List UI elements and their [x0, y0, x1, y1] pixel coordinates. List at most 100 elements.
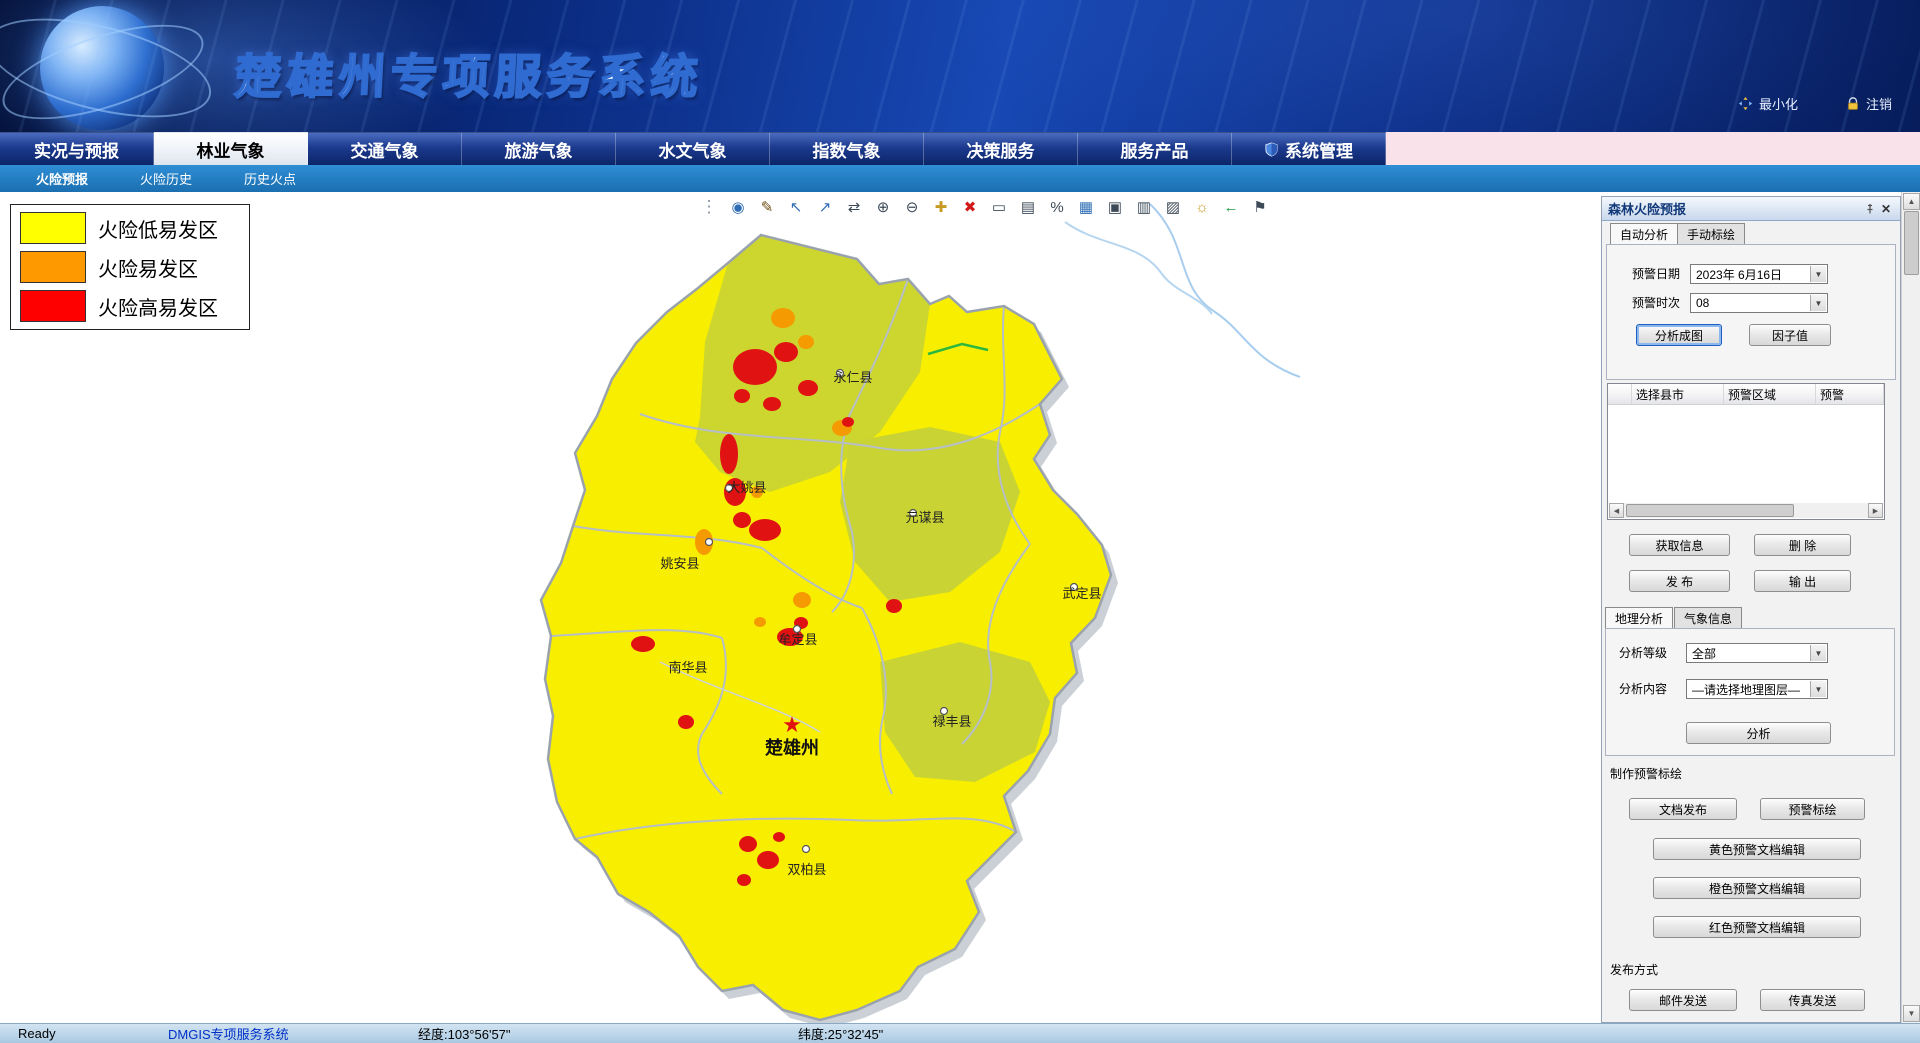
panel-title: 森林火险预报: [1608, 199, 1686, 218]
panel-tab-auto-analysis[interactable]: 自动分析: [1610, 223, 1678, 244]
status-system-link[interactable]: DMGIS专项服务系统: [158, 1024, 408, 1043]
image-icon[interactable]: ▣: [1104, 196, 1126, 218]
output-button[interactable]: 输 出: [1754, 570, 1851, 592]
publish-mode-label: 发布方式: [1610, 961, 1658, 978]
tab-tourism-weather[interactable]: 旅游气象: [462, 132, 616, 165]
minimize-icon: [1738, 96, 1753, 111]
fax-send-button[interactable]: 传真发送: [1760, 989, 1865, 1011]
email-send-button[interactable]: 邮件发送: [1629, 989, 1737, 1011]
status-latitude: 纬度:25°32'45": [788, 1024, 893, 1043]
swap-view-icon[interactable]: ⇄: [843, 196, 865, 218]
zoom-out-icon[interactable]: ⊖: [901, 196, 923, 218]
tab-hydrology-weather[interactable]: 水文气象: [616, 132, 770, 165]
table-col-county[interactable]: 选择县市: [1632, 384, 1724, 404]
pan-icon[interactable]: ✚: [930, 196, 952, 218]
map-toolbar: ⋮ ◉ ✎ ↖ ↗ ⇄ ⊕ ⊖ ✚ ✖ ▭ ▤ % ▦ ▣ ▥ ▨ ☼ ← ⚑: [698, 196, 1271, 218]
analysis-level-select[interactable]: 全部 ▼: [1686, 643, 1828, 663]
county-label: 大姚县: [727, 480, 766, 495]
tab-system-management[interactable]: 系统管理: [1232, 132, 1386, 165]
scroll-up-icon[interactable]: ▲: [1903, 193, 1920, 210]
yellow-doc-edit-button[interactable]: 黄色预警文档编辑: [1653, 838, 1861, 860]
tab-traffic-weather[interactable]: 交通气象: [308, 132, 462, 165]
app-title: 楚雄州专项服务系统: [233, 38, 705, 107]
select-features-icon[interactable]: ↗: [814, 196, 836, 218]
panel-vscrollbar[interactable]: ▲ ▼: [1901, 192, 1920, 1023]
analysis-content-select[interactable]: —请选择地理图层— ▼: [1686, 679, 1828, 699]
toolbar-grip[interactable]: ⋮: [698, 196, 720, 218]
delete-button[interactable]: 删 除: [1754, 534, 1851, 556]
lock-icon: [1846, 97, 1860, 111]
doc-publish-button[interactable]: 文档发布: [1629, 798, 1737, 820]
print-icon[interactable]: ▨: [1162, 196, 1184, 218]
tab-index-weather[interactable]: 指数气象: [770, 132, 924, 165]
tab-forestry-weather[interactable]: 林业气象: [154, 132, 308, 165]
panel-tab-manual-plot[interactable]: 手动标绘: [1677, 223, 1745, 244]
logo-globe: [18, 2, 258, 132]
sketch-icon[interactable]: ✎: [756, 196, 778, 218]
table-col-warning[interactable]: 预警: [1816, 384, 1884, 404]
globe-ring: [0, 0, 221, 132]
save-icon[interactable]: ▥: [1133, 196, 1155, 218]
table-col-region[interactable]: 预警区域: [1724, 384, 1816, 404]
chart-icon[interactable]: ▦: [1075, 196, 1097, 218]
full-extent-icon[interactable]: ▭: [988, 196, 1010, 218]
prefecture-label: 楚雄州: [765, 737, 819, 758]
close-icon[interactable]: ✕: [1878, 201, 1894, 217]
factor-value-button[interactable]: 因子值: [1749, 324, 1831, 346]
legend-swatch-red: [20, 290, 86, 322]
subnav-historical-fire-points[interactable]: 历史火点: [244, 169, 296, 188]
shield-icon: [1264, 142, 1279, 157]
pin-icon[interactable]: [1862, 201, 1878, 217]
table-col-blank[interactable]: [1608, 384, 1632, 404]
hscroll-thumb[interactable]: [1626, 504, 1794, 517]
back-icon[interactable]: ←: [1220, 196, 1242, 218]
tab-live-forecast[interactable]: 实况与预报: [0, 132, 154, 165]
legend-row-high: 火险高易发区: [20, 290, 240, 322]
county-label: 双柏县: [787, 862, 826, 877]
status-ready: Ready: [8, 1026, 158, 1041]
highlight-icon[interactable]: ☼: [1191, 196, 1213, 218]
tab-service-products[interactable]: 服务产品: [1078, 132, 1232, 165]
publish-button[interactable]: 发 布: [1629, 570, 1730, 592]
county-label: 永仁县: [833, 370, 872, 385]
warning-date-select[interactable]: 2023年 6月16日 ▼: [1690, 264, 1828, 284]
analysis-level-label: 分析等级: [1619, 643, 1667, 663]
scroll-right-icon[interactable]: ▶: [1868, 503, 1883, 518]
county-label: 牟定县: [778, 632, 817, 647]
subtab-weather-info[interactable]: 气象信息: [1674, 607, 1742, 628]
analyze-button[interactable]: 分析: [1686, 722, 1831, 744]
subnav-fire-risk-history[interactable]: 火险历史: [140, 169, 192, 188]
red-doc-edit-button[interactable]: 红色预警文档编辑: [1653, 916, 1861, 938]
logout-button[interactable]: 注销: [1846, 94, 1892, 113]
content-area: ★ 永仁县 大姚县 元谋县 姚安县 武定县 牟定县 南华县 禄丰县 双柏县 楚雄…: [0, 192, 1920, 1023]
warning-time-select[interactable]: 08 ▼: [1690, 293, 1828, 313]
vscroll-thumb[interactable]: [1904, 211, 1919, 275]
zoom-in-icon[interactable]: ⊕: [872, 196, 894, 218]
minimize-button[interactable]: 最小化: [1738, 94, 1798, 113]
county-label: 姚安县: [660, 556, 699, 571]
tab-decision-service[interactable]: 决策服务: [924, 132, 1078, 165]
select-arrow-icon[interactable]: ↖: [785, 196, 807, 218]
globe-icon[interactable]: ◉: [727, 196, 749, 218]
scroll-left-icon[interactable]: ◀: [1609, 503, 1624, 518]
export-icon[interactable]: ▤: [1017, 196, 1039, 218]
status-bar: Ready DMGIS专项服务系统 经度:103°56'57" 纬度:25°32…: [0, 1023, 1920, 1043]
globe-icon: [40, 6, 164, 130]
clear-icon[interactable]: ✖: [959, 196, 981, 218]
scale-ratio-icon[interactable]: %: [1046, 196, 1068, 218]
table-hscrollbar[interactable]: ◀ ▶: [1609, 503, 1883, 518]
orange-doc-edit-button[interactable]: 橙色预警文档编辑: [1653, 877, 1861, 899]
warning-plot-button[interactable]: 预警标绘: [1760, 798, 1865, 820]
county-label: 武定县: [1062, 586, 1101, 601]
subtab-geo-analysis[interactable]: 地理分析: [1605, 607, 1673, 628]
scroll-down-icon[interactable]: ▼: [1903, 1005, 1920, 1022]
analyze-map-button[interactable]: 分析成图: [1636, 324, 1722, 346]
get-info-button[interactable]: 获取信息: [1629, 534, 1730, 556]
logout-label: 注销: [1866, 94, 1892, 113]
subnav-fire-risk-forecast[interactable]: 火险预报: [36, 169, 88, 188]
minimize-label: 最小化: [1759, 94, 1798, 113]
legend-row-low: 火险低易发区: [20, 212, 240, 244]
legend-swatch-yellow: [20, 212, 86, 244]
county-label: 元谋县: [905, 510, 944, 525]
flag-icon[interactable]: ⚑: [1249, 196, 1271, 218]
